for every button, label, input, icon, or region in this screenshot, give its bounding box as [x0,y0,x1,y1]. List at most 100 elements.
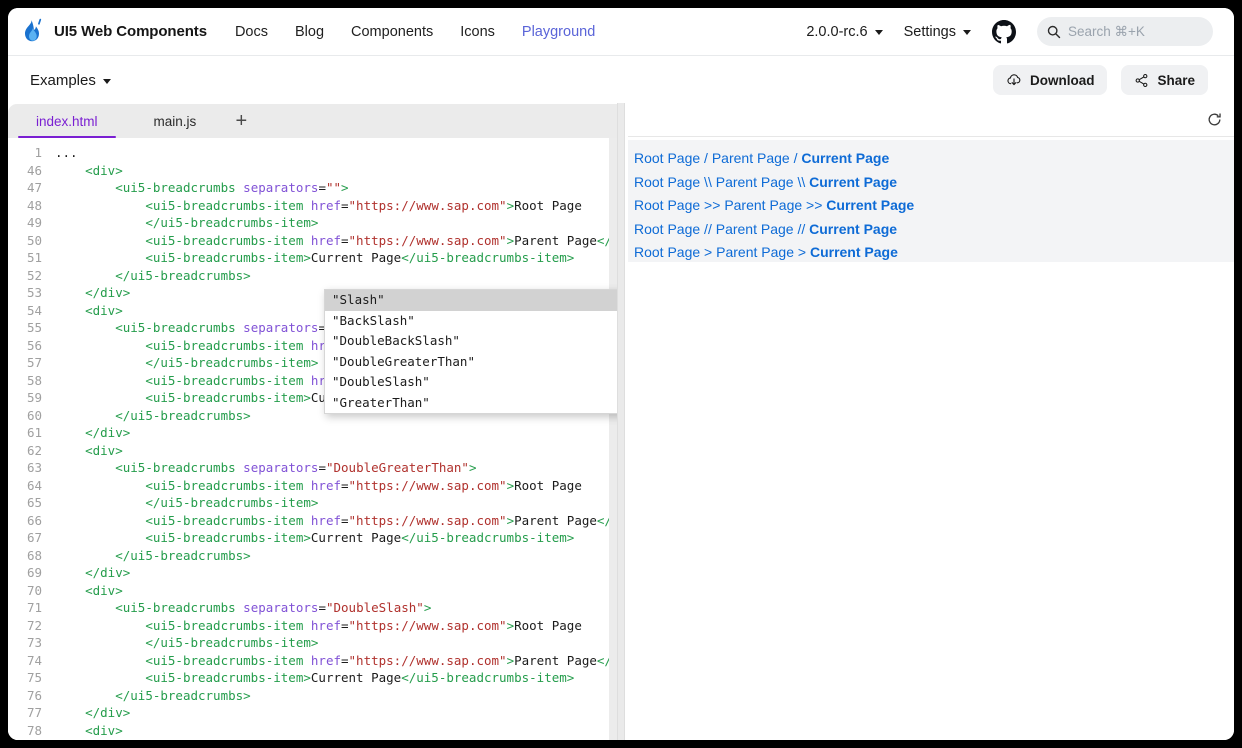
add-tab-button[interactable]: + [224,104,258,138]
line-number: 70 [8,582,42,600]
code-line: 49 </ui5-breadcrumbs-item> [8,214,617,232]
breadcrumb-link[interactable]: Root Page [634,221,700,237]
code-line-content: </div> [42,424,130,442]
nav-link-icons[interactable]: Icons [460,24,495,40]
line-number: 58 [8,372,42,390]
refresh-button[interactable] [1204,110,1224,130]
refresh-icon [1206,111,1223,128]
code-line-content: <ui5-breadcrumbs separators="DoubleGreat… [42,459,477,477]
code-editor[interactable]: 1...46 <div>47 <ui5-breadcrumbs separato… [8,138,617,740]
breadcrumb-current-page: Current Page [809,221,897,237]
breadcrumb-separator: / [700,150,712,166]
share-button[interactable]: Share [1121,65,1208,95]
breadcrumb-link[interactable]: Parent Page [716,244,794,260]
code-line-content: </ui5-breadcrumbs> [42,267,251,285]
breadcrumb-separator: // [700,221,716,237]
line-number: 73 [8,634,42,652]
editor-vertical-scrollbar[interactable] [609,138,617,740]
examples-dropdown[interactable]: Examples [30,72,111,89]
line-number: 50 [8,232,42,250]
line-number: 57 [8,354,42,372]
breadcrumb: Root Page \\ Parent Page \\ Current Page [634,171,1234,195]
code-line: 72 <ui5-breadcrumbs-item href="https://w… [8,617,617,635]
code-line: 52 </ui5-breadcrumbs> [8,267,617,285]
preview-toolbar [628,103,1234,137]
editor-tab-index.html[interactable]: index.html [8,104,126,138]
code-line: 78 <div> [8,722,617,740]
brand-title: UI5 Web Components [54,23,207,40]
code-line: 73 </ui5-breadcrumbs-item> [8,634,617,652]
settings-dropdown[interactable]: Settings [904,24,971,40]
line-number: 48 [8,197,42,215]
download-label: Download [1030,73,1095,88]
autocomplete-item[interactable]: "BackSlash" [325,311,617,332]
autocomplete-item[interactable]: "DoubleGreaterThan" [325,352,617,373]
line-number: 62 [8,442,42,460]
breadcrumb-link[interactable]: Parent Page [724,197,802,213]
line-number: 66 [8,512,42,530]
code-line: 63 <ui5-breadcrumbs separators="DoubleGr… [8,459,617,477]
search-input[interactable] [1068,24,1203,39]
code-line-content: <div> [42,722,123,740]
chevron-down-icon [103,79,111,84]
download-button[interactable]: Download [993,65,1108,95]
breadcrumb-link[interactable]: Parent Page [716,174,794,190]
autocomplete-item[interactable]: "DoubleBackSlash" [325,331,617,352]
nav-link-blog[interactable]: Blog [295,24,324,40]
search-box[interactable] [1037,17,1213,46]
code-line-content: </ui5-breadcrumbs> [42,547,251,565]
tab-label: main.js [154,114,197,129]
github-icon[interactable] [992,20,1016,44]
code-line-content: </ui5-breadcrumbs-item> [42,634,318,652]
code-line-content: </div> [42,704,130,722]
code-line-content: </ui5-breadcrumbs> [42,407,251,425]
line-number: 51 [8,249,42,267]
breadcrumb: Root Page // Parent Page // Current Page [634,218,1234,242]
code-line-content: <div> [42,582,123,600]
breadcrumb-link[interactable]: Root Page [634,174,700,190]
code-line-content: <div> [42,302,123,320]
code-line: 65 </ui5-breadcrumbs-item> [8,494,617,512]
breadcrumb-separator: >> [700,197,724,213]
screenshot-frame: UI5 Web Components Docs Blog Components Ico… [0,0,1242,748]
line-number: 69 [8,564,42,582]
editor-tab-main.js[interactable]: main.js [126,104,225,138]
breadcrumb-link[interactable]: Root Page [634,244,700,260]
autocomplete-item[interactable]: "GreaterThan" [325,393,617,414]
code-line-content: </div> [42,284,130,302]
download-cloud-icon [1006,72,1022,88]
nav-link-playground[interactable]: Playground [522,24,595,40]
code-line-content: <ui5-breadcrumbs-item>Current Page</ui5-… [42,249,574,267]
breadcrumb: Root Page > Parent Page > Current Page [634,241,1234,265]
breadcrumb-link[interactable]: Parent Page [716,221,794,237]
breadcrumb-link[interactable]: Parent Page [712,150,790,166]
code-line: 66 <ui5-breadcrumbs-item href="https://w… [8,512,617,530]
breadcrumb-separator: > [794,244,810,260]
code-line-content: </ui5-breadcrumbs-item> [42,214,318,232]
breadcrumb: Root Page >> Parent Page >> Current Page [634,194,1234,218]
settings-label: Settings [904,24,956,40]
code-line-content: <div> [42,162,123,180]
code-line: 1... [8,144,617,162]
code-line-content: <ui5-breadcrumbs-item>Current Page</ui5-… [42,669,574,687]
line-number: 77 [8,704,42,722]
line-number: 78 [8,722,42,740]
breadcrumb-link[interactable]: Root Page [634,150,700,166]
autocomplete-item[interactable]: "DoubleSlash" [325,372,617,393]
nav-link-components[interactable]: Components [351,24,433,40]
line-number: 61 [8,424,42,442]
code-line-content: <ui5-breadcrumbs-item href="https://www.… [42,652,617,670]
version-dropdown[interactable]: 2.0.0-rc.6 [806,24,882,40]
code-editor-pane: index.html main.js + 1...46 <div>47 <ui5-b… [8,103,617,740]
nav-links: Docs Blog Components Icons Playground [235,24,595,40]
share-label: Share [1157,73,1195,88]
code-line-content: ... [42,144,78,162]
pane-splitter-handle[interactable] [617,103,625,740]
breadcrumb-link[interactable]: Root Page [634,197,700,213]
autocomplete-item[interactable]: "Slash" [325,290,617,311]
tab-label: index.html [36,114,98,129]
code-line: 71 <ui5-breadcrumbs separators="DoubleSl… [8,599,617,617]
ui5-logo-icon [20,18,46,46]
nav-link-docs[interactable]: Docs [235,24,268,40]
line-number: 64 [8,477,42,495]
